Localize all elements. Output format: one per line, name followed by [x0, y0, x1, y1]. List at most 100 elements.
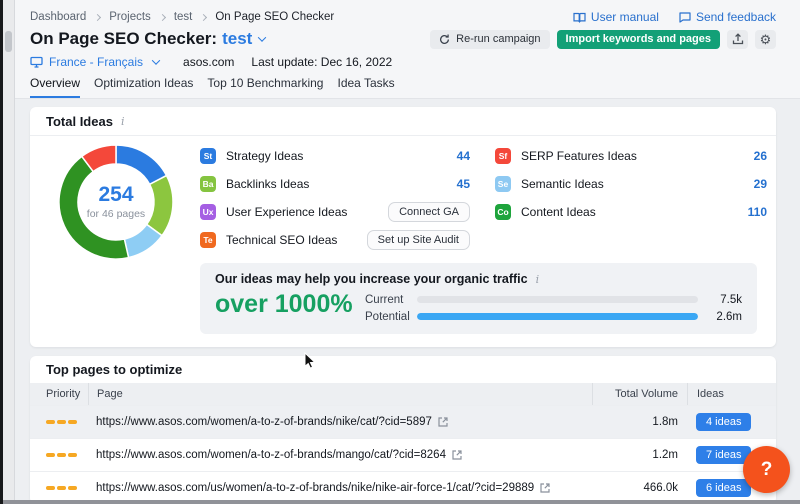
rerun-campaign-label: Re-run campaign: [456, 33, 540, 45]
tab-top10-benchmarking[interactable]: Top 10 Benchmarking: [207, 76, 323, 98]
send-feedback-link[interactable]: Send feedback: [679, 10, 776, 24]
user-manual-link[interactable]: User manual: [573, 10, 659, 24]
potential-value: 2.6m: [708, 311, 742, 323]
import-keywords-button[interactable]: Import keywords and pages: [557, 30, 720, 49]
breadcrumb-dashboard[interactable]: Dashboard: [30, 11, 86, 23]
ideas-list-left: St Strategy Ideas 44 Ba Backlinks Ideas …: [200, 142, 470, 254]
top-pages-card: Top pages to optimize Priority Page Tota…: [30, 356, 776, 504]
current-value: 7.5k: [708, 294, 742, 306]
settings-button[interactable]: ⚙: [755, 30, 776, 49]
chevron-right-icon: [94, 13, 101, 20]
strategy-count[interactable]: 44: [457, 149, 470, 163]
external-link-icon[interactable]: [438, 417, 448, 427]
table-row: https://www.asos.com/women/a-to-z-of-bra…: [30, 405, 776, 438]
export-button[interactable]: [727, 30, 748, 49]
chevron-down-icon: [152, 56, 160, 64]
content-badge-icon: Co: [495, 204, 511, 220]
locale-selector[interactable]: France - Français: [30, 55, 159, 69]
table-row: https://www.asos.com/women/a-to-z-of-bra…: [30, 438, 776, 471]
chevron-right-icon: [200, 13, 207, 20]
tab-idea-tasks[interactable]: Idea Tasks: [337, 76, 394, 98]
total-ideas-title: Total Ideas: [46, 114, 113, 129]
list-item-strategy: St Strategy Ideas 44: [200, 142, 470, 170]
breadcrumb-projects[interactable]: Projects: [109, 11, 151, 23]
donut-chart-svg: [56, 142, 176, 262]
current-traffic-row: Current 7.5k: [365, 291, 742, 308]
potential-traffic-row: Potential 2.6m: [365, 308, 742, 325]
ideas-count-button[interactable]: 4 ideas: [696, 413, 751, 431]
priority-indicator: [30, 453, 88, 457]
chevron-right-icon: [159, 13, 166, 20]
monitor-icon: [30, 56, 43, 68]
backlinks-label: Backlinks Ideas: [226, 177, 309, 191]
priority-indicator: [30, 420, 88, 424]
semantic-count[interactable]: 29: [754, 177, 767, 191]
column-ideas: Ideas: [687, 383, 776, 405]
window-edge: [0, 0, 3, 504]
list-item-technical-seo: Te Technical SEO Ideas Set up Site Audit: [200, 226, 470, 254]
backlinks-count[interactable]: 45: [457, 177, 470, 191]
current-label: Current: [365, 294, 417, 306]
chevron-down-icon: [258, 33, 266, 41]
last-update: Last update: Dec 16, 2022: [251, 55, 392, 69]
strategy-label: Strategy Ideas: [226, 149, 303, 163]
content-count[interactable]: 110: [748, 205, 767, 219]
breadcrumb-test[interactable]: test: [174, 11, 193, 23]
column-page: Page: [88, 383, 592, 405]
window-scrollbar[interactable]: [0, 0, 15, 504]
serp-count[interactable]: 26: [754, 149, 767, 163]
serp-label: SERP Features Ideas: [521, 149, 637, 163]
tab-optimization-ideas[interactable]: Optimization Ideas: [94, 76, 193, 98]
info-icon[interactable]: i: [121, 115, 125, 128]
book-icon: [573, 12, 586, 23]
setup-site-audit-button[interactable]: Set up Site Audit: [367, 230, 470, 250]
semantic-badge-icon: Se: [495, 176, 511, 192]
total-volume-value: 1.2m: [592, 449, 687, 461]
question-mark-icon: ?: [761, 459, 773, 481]
content-label: Content Ideas: [521, 205, 596, 219]
page-content: Dashboard Projects test On Page SEO Chec…: [15, 0, 800, 504]
potential-label: Potential: [365, 311, 417, 323]
refresh-icon: [439, 34, 450, 45]
external-link-icon[interactable]: [452, 450, 462, 460]
external-link-icon[interactable]: [540, 483, 550, 493]
info-icon[interactable]: i: [536, 273, 540, 286]
campaign-name: test: [222, 29, 252, 49]
import-keywords-label: Import keywords and pages: [566, 33, 711, 45]
connect-ga-button[interactable]: Connect GA: [388, 202, 470, 222]
list-item-serp-features: Sf SERP Features Ideas 26: [495, 142, 767, 170]
ideas-list-right: Sf SERP Features Ideas 26 Se Semantic Id…: [495, 142, 767, 226]
total-volume-value: 466.0k: [592, 482, 687, 494]
campaign-domain: asos.com: [183, 55, 234, 69]
traffic-bars: Current 7.5k Potential 2.6m: [365, 289, 742, 325]
scrollbar-thumb[interactable]: [5, 31, 12, 52]
page-url-link[interactable]: https://www.asos.com/us/women/a-to-z-of-…: [96, 482, 534, 494]
user-manual-label: User manual: [591, 10, 659, 24]
total-ideas-donut-chart: 254 for 46 pages: [56, 142, 176, 262]
window-bottom-edge: [3, 500, 800, 504]
breadcrumb: Dashboard Projects test On Page SEO Chec…: [30, 10, 776, 24]
list-item-backlinks: Ba Backlinks Ideas 45: [200, 170, 470, 198]
total-ideas-card: Total Ideas i 254 for 46 pages St Strate…: [30, 107, 776, 347]
traffic-highlight: over 1000%: [215, 289, 365, 325]
list-item-user-experience: Ux User Experience Ideas Connect GA: [200, 198, 470, 226]
help-button[interactable]: ?: [743, 446, 790, 493]
column-total-volume: Total Volume: [592, 383, 687, 405]
ideas-count-button[interactable]: 6 ideas: [696, 479, 751, 497]
rerun-campaign-button[interactable]: Re-run campaign: [430, 30, 549, 49]
total-volume-value: 1.8m: [592, 416, 687, 428]
semantic-label: Semantic Ideas: [521, 177, 604, 191]
page-title: On Page SEO Checker:: [30, 29, 217, 49]
serp-badge-icon: Sf: [495, 148, 511, 164]
top-pages-title: Top pages to optimize: [46, 362, 182, 377]
locale-label: France - Français: [49, 55, 143, 69]
priority-indicator: [30, 486, 88, 490]
tab-overview[interactable]: Overview: [30, 76, 80, 98]
campaign-selector[interactable]: test: [222, 29, 265, 49]
page-url-link[interactable]: https://www.asos.com/women/a-to-z-of-bra…: [96, 449, 446, 461]
list-item-content: Co Content Ideas 110: [495, 198, 767, 226]
backlinks-badge-icon: Ba: [200, 176, 216, 192]
gear-icon: ⚙: [760, 33, 772, 46]
page-url-link[interactable]: https://www.asos.com/women/a-to-z-of-bra…: [96, 416, 432, 428]
traffic-title: Our ideas may help you increase your org…: [215, 272, 528, 286]
